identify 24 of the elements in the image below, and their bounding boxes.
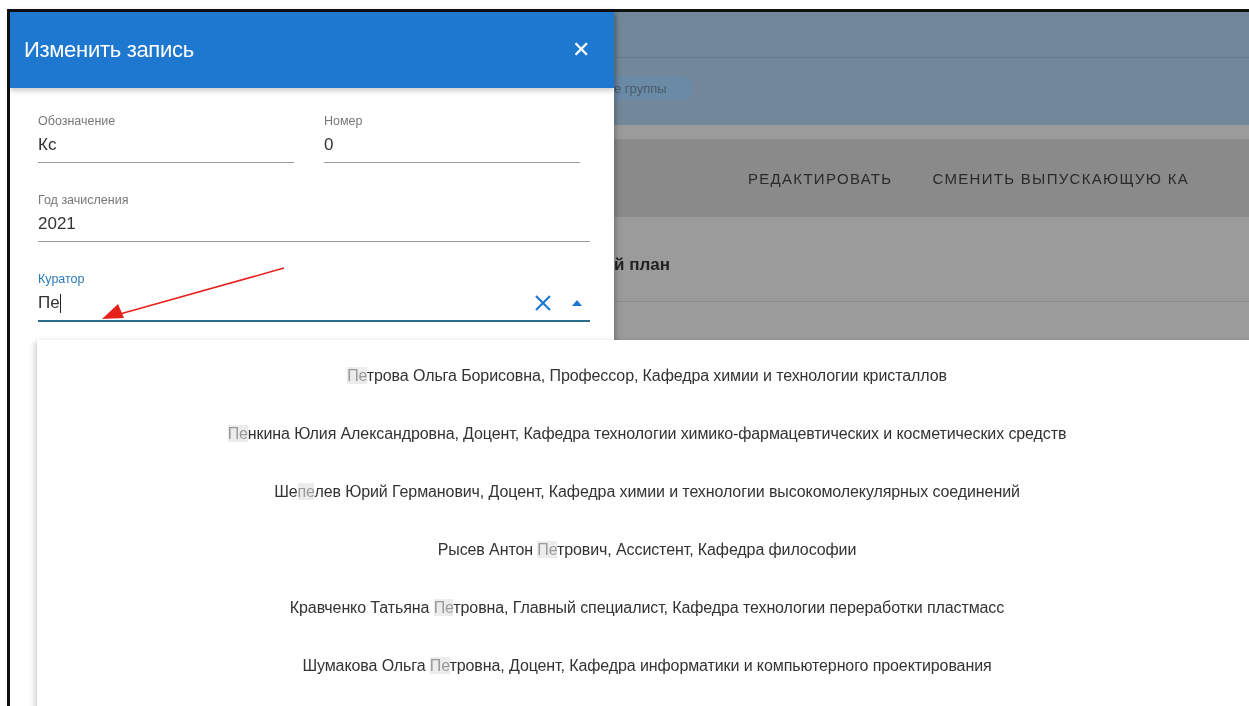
field-value: Кс [38, 135, 58, 155]
toolbar-button[interactable]: СМЕНИТЬ ВЫПУСКАЮЩУЮ КА [932, 169, 1189, 187]
form-field[interactable]: Год зачисления 2021 [38, 193, 590, 242]
field-value: Пе [38, 293, 62, 313]
suggestion-item[interactable]: Петрова Ольга Борисовна, Профессор, Кафедра химии и технологии кристаллов [37, 367, 1249, 425]
suggestion-item[interactable]: Рысев Антон Петрович, Ассистент, Кафедра философии [37, 541, 1249, 599]
toolbar-button[interactable]: РЕДАКТИРОВАТЬ [748, 169, 893, 187]
field-value: 2021 [38, 214, 77, 234]
dialog-title: Изменить запись [24, 37, 194, 63]
form-field[interactable]: Обозначение Кс [38, 114, 294, 163]
suggestion-item[interactable]: Пенкина Юлия Александровна, Доцент, Кафедра технологии химико-фармацевтических и косметических средств [37, 425, 1249, 483]
suggestion-item[interactable]: Кравченко Татьяна Петровна, Главный специалист, Кафедра технологии переработки пластмасс [37, 599, 1249, 657]
field-label: Обозначение [38, 114, 117, 128]
field-label: Куратор [38, 272, 86, 286]
field-label: Год зачисления [38, 193, 130, 207]
clear-icon[interactable] [534, 294, 552, 312]
caret-up-icon[interactable] [572, 300, 582, 306]
section-title: й план [614, 255, 1249, 302]
close-button[interactable]: ✕ [572, 37, 590, 63]
suggestion-item[interactable]: Шепелев Юрий Германович, Доцент, Кафедра химии и технологии высокомолекулярных соединений [37, 483, 1249, 541]
suggestion-item[interactable]: Шумакова Ольга Петровна, Доцент, Кафедра информатики и компьютерного проектирования [37, 657, 1249, 706]
form-field[interactable]: Номер 0 [324, 114, 580, 163]
field-label: Номер [324, 114, 364, 128]
field-value: 0 [324, 135, 335, 155]
